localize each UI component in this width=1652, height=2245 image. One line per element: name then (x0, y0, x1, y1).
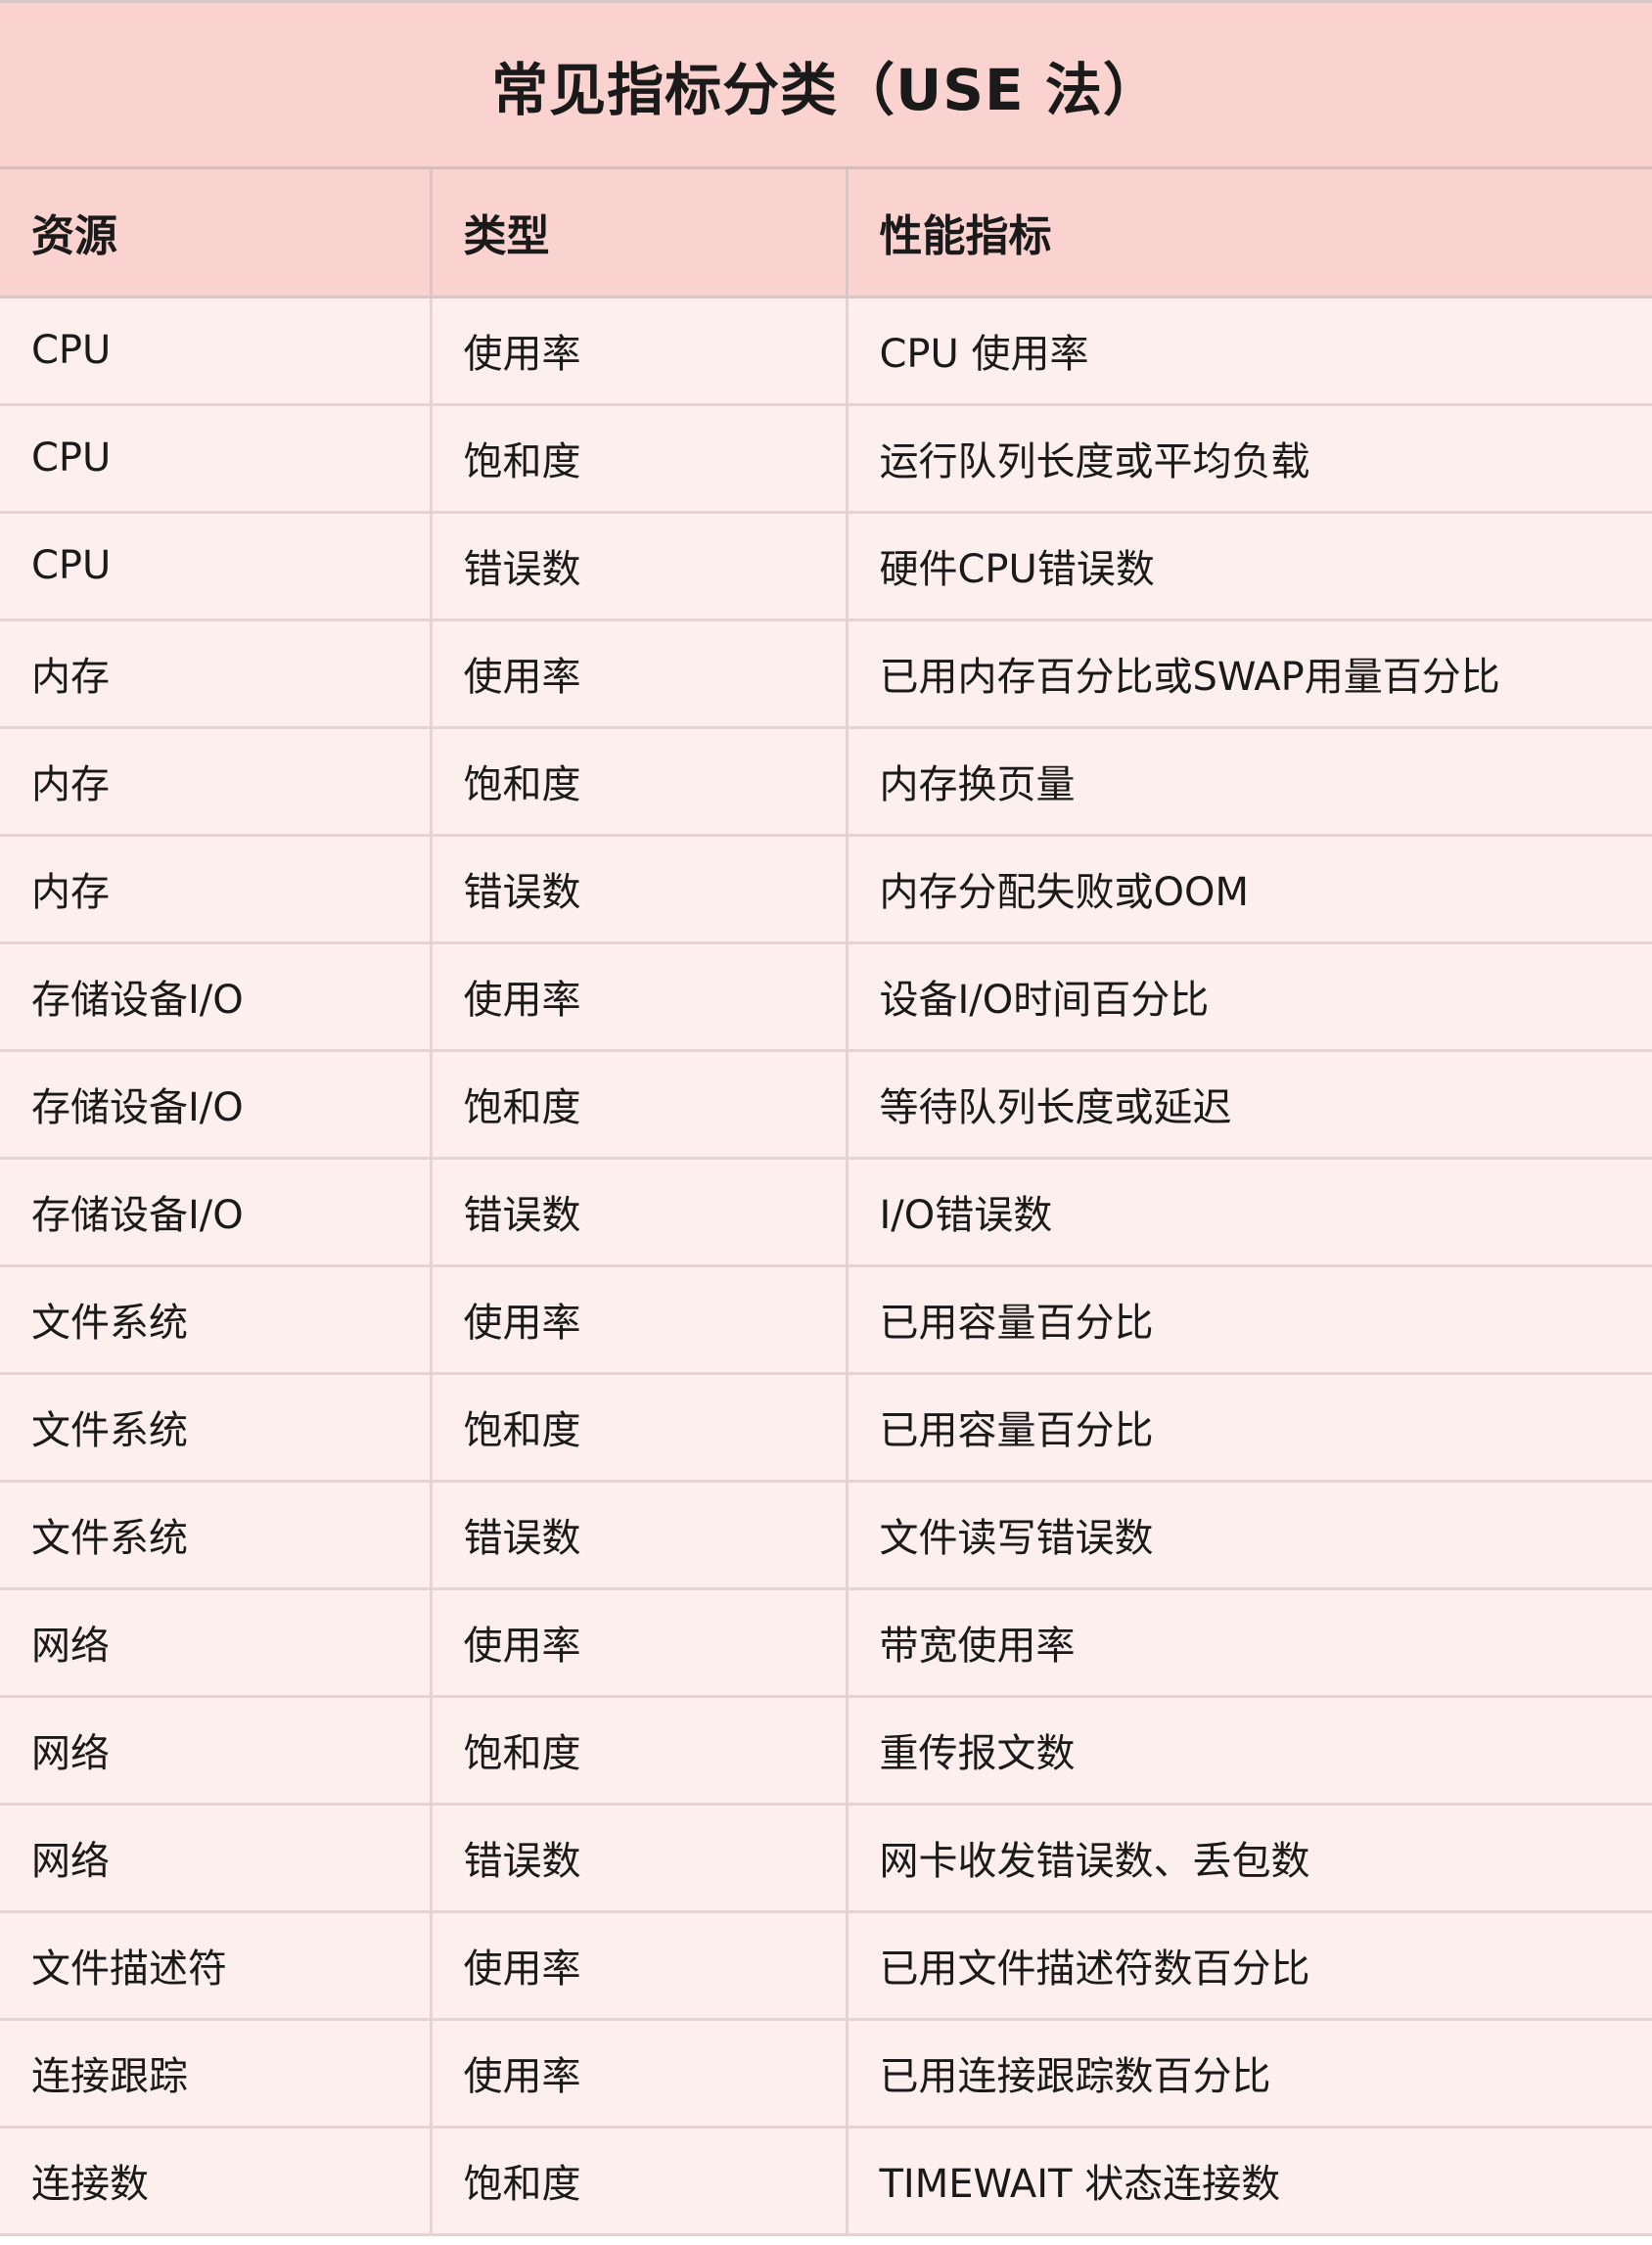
table-row: CPU 错误数 硬件CPU错误数 (0, 512, 1652, 621)
cell-type: 错误数 (431, 512, 849, 621)
cell-resource: 文件系统 (0, 1481, 433, 1590)
cell-type: 错误数 (431, 1158, 849, 1267)
cell-metric: 已用内存百分比或SWAP用量百分比 (847, 619, 1652, 729)
cell-type: 饱和度 (431, 2127, 849, 2236)
cell-resource: 存储设备I/O (0, 1050, 433, 1160)
cell-type: 饱和度 (431, 727, 849, 837)
cell-metric: 内存换页量 (847, 727, 1652, 837)
cell-resource: CPU (0, 404, 433, 514)
cell-resource: 连接跟踪 (0, 2019, 433, 2129)
table-row: 连接跟踪 使用率 已用连接跟踪数百分比 (0, 2019, 1652, 2129)
cell-type: 饱和度 (431, 1050, 849, 1160)
cell-resource: 内存 (0, 619, 433, 729)
table-row: 内存 使用率 已用内存百分比或SWAP用量百分比 (0, 619, 1652, 729)
cell-type: 错误数 (431, 835, 849, 944)
cell-metric: 已用容量百分比 (847, 1373, 1652, 1483)
cell-metric: 硬件CPU错误数 (847, 512, 1652, 621)
cell-metric: 运行队列长度或平均负载 (847, 404, 1652, 514)
column-header-metric: 性能指标 (847, 169, 1652, 298)
cell-type: 使用率 (431, 942, 849, 1052)
cell-resource: CPU (0, 512, 433, 621)
cell-metric: 带宽使用率 (847, 1588, 1652, 1698)
cell-type: 饱和度 (431, 404, 849, 514)
table-row: 网络 使用率 带宽使用率 (0, 1588, 1652, 1698)
table-row: CPU 使用率 CPU 使用率 (0, 297, 1652, 406)
table-row: 文件系统 饱和度 已用容量百分比 (0, 1373, 1652, 1483)
metrics-table-container: 常见指标分类（USE 法） 资源 类型 性能指标 CPU 使用率 CPU 使用率 CP… (0, 0, 1652, 2236)
cell-metric: CPU 使用率 (847, 297, 1652, 406)
cell-type: 使用率 (431, 2019, 849, 2129)
cell-resource: 网络 (0, 1588, 433, 1698)
cell-metric: 文件读写错误数 (847, 1481, 1652, 1590)
use-metrics-table: 资源 类型 性能指标 CPU 使用率 CPU 使用率 CPU 饱和度 运行队列长度或平均负… (0, 169, 1652, 2236)
table-row: 内存 饱和度 内存换页量 (0, 727, 1652, 837)
cell-type: 错误数 (431, 1804, 849, 1913)
cell-metric: 已用容量百分比 (847, 1265, 1652, 1375)
table-row: 存储设备I/O 使用率 设备I/O时间百分比 (0, 942, 1652, 1052)
table-row: 文件描述符 使用率 已用文件描述符数百分比 (0, 1911, 1652, 2021)
table-row: 文件系统 错误数 文件读写错误数 (0, 1481, 1652, 1590)
cell-type: 错误数 (431, 1481, 849, 1590)
cell-resource: 文件系统 (0, 1265, 433, 1375)
table-header: 资源 类型 性能指标 (0, 169, 1652, 298)
table-row: 文件系统 使用率 已用容量百分比 (0, 1265, 1652, 1375)
cell-metric: I/O错误数 (847, 1158, 1652, 1267)
cell-metric: 等待队列长度或延迟 (847, 1050, 1652, 1160)
cell-metric: 设备I/O时间百分比 (847, 942, 1652, 1052)
cell-resource: 文件系统 (0, 1373, 433, 1483)
table-row: 存储设备I/O 饱和度 等待队列长度或延迟 (0, 1050, 1652, 1160)
cell-resource: 文件描述符 (0, 1911, 433, 2021)
cell-metric: 已用文件描述符数百分比 (847, 1911, 1652, 2021)
cell-type: 使用率 (431, 619, 849, 729)
cell-metric: 网卡收发错误数、丢包数 (847, 1804, 1652, 1913)
cell-type: 使用率 (431, 297, 849, 406)
cell-type: 使用率 (431, 1588, 849, 1698)
cell-resource: 内存 (0, 727, 433, 837)
cell-resource: 连接数 (0, 2127, 433, 2236)
cell-type: 饱和度 (431, 1696, 849, 1806)
cell-type: 使用率 (431, 1265, 849, 1375)
cell-type: 使用率 (431, 1911, 849, 2021)
cell-resource: 存储设备I/O (0, 1158, 433, 1267)
cell-resource: 网络 (0, 1696, 433, 1806)
column-header-resource: 资源 (0, 169, 433, 298)
table-body: CPU 使用率 CPU 使用率 CPU 饱和度 运行队列长度或平均负载 CPU 错误数 硬件CP… (0, 297, 1652, 2236)
column-header-type: 类型 (431, 169, 849, 298)
table-row: 网络 错误数 网卡收发错误数、丢包数 (0, 1804, 1652, 1913)
cell-resource: 存储设备I/O (0, 942, 433, 1052)
table-title: 常见指标分类（USE 法） (0, 3, 1652, 169)
table-row: 连接数 饱和度 TIMEWAIT 状态连接数 (0, 2127, 1652, 2236)
table-row: 存储设备I/O 错误数 I/O错误数 (0, 1158, 1652, 1267)
cell-resource: 网络 (0, 1804, 433, 1913)
header-row: 资源 类型 性能指标 (0, 169, 1652, 298)
cell-metric: 已用连接跟踪数百分比 (847, 2019, 1652, 2129)
table-row: 内存 错误数 内存分配失败或OOM (0, 835, 1652, 944)
cell-type: 饱和度 (431, 1373, 849, 1483)
cell-metric: 内存分配失败或OOM (847, 835, 1652, 944)
cell-resource: CPU (0, 297, 433, 406)
table-row: CPU 饱和度 运行队列长度或平均负载 (0, 404, 1652, 514)
cell-resource: 内存 (0, 835, 433, 944)
table-row: 网络 饱和度 重传报文数 (0, 1696, 1652, 1806)
cell-metric: TIMEWAIT 状态连接数 (847, 2127, 1652, 2236)
cell-metric: 重传报文数 (847, 1696, 1652, 1806)
